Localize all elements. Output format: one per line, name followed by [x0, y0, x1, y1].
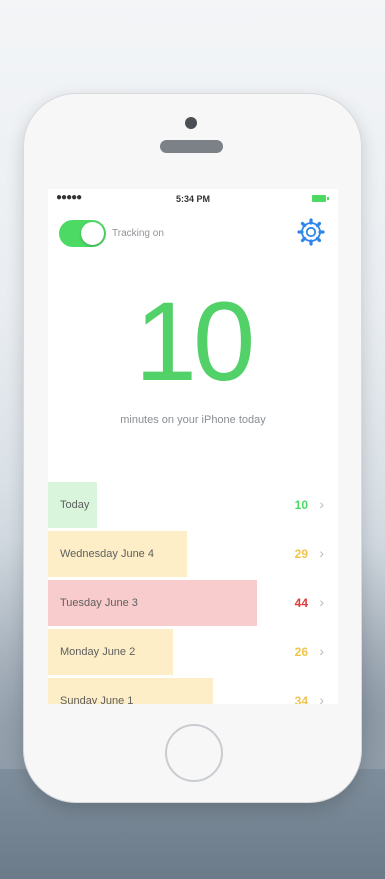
day-minutes: 26 [294, 645, 308, 659]
toggle-knob [81, 222, 104, 245]
day-minutes: 29 [294, 547, 308, 561]
chevron-right-icon: › [319, 545, 324, 561]
day-minutes: 10 [294, 498, 308, 512]
day-label: Monday June 2 [60, 646, 136, 658]
list-item[interactable]: Tuesday June 3 44 › [48, 580, 338, 629]
day-label: Sunday June 1 [60, 695, 134, 704]
list-item[interactable]: Wednesday June 4 29 › [48, 531, 338, 580]
day-minutes: 44 [294, 596, 308, 610]
list-item[interactable]: Monday June 2 26 › [48, 629, 338, 678]
front-camera [185, 117, 197, 129]
day-label: Today [60, 499, 90, 511]
list-item[interactable]: Sunday June 1 34 › [48, 678, 338, 704]
minutes-today-value: 10 [134, 279, 256, 404]
battery-icon [312, 195, 329, 202]
list-item[interactable]: Today 10 › [48, 482, 338, 531]
gear-icon[interactable] [296, 217, 326, 247]
day-minutes: 34 [294, 694, 308, 704]
chevron-right-icon: › [319, 496, 324, 512]
tracking-toggle[interactable] [59, 220, 106, 247]
chevron-right-icon: › [319, 692, 324, 704]
earpiece-speaker [160, 140, 223, 153]
app-screen: ●●●●● 5:34 PM Tracking on 10 minutes on … [48, 189, 338, 704]
chevron-right-icon: › [319, 643, 324, 659]
status-bar: ●●●●● 5:34 PM [48, 189, 338, 209]
day-label: Wednesday June 4 [60, 548, 154, 560]
day-label: Tuesday June 3 [60, 597, 138, 609]
tracking-label: Tracking on [112, 228, 164, 239]
home-button[interactable] [165, 724, 223, 782]
chevron-right-icon: › [319, 594, 324, 610]
phone-frame: ●●●●● 5:34 PM Tracking on 10 minutes on … [24, 94, 361, 802]
status-time: 5:34 PM [175, 194, 210, 204]
minutes-caption: minutes on your iPhone today [120, 414, 266, 426]
daily-usage-list: Today 10 › Wednesday June 4 29 › Tuesday… [48, 482, 338, 704]
